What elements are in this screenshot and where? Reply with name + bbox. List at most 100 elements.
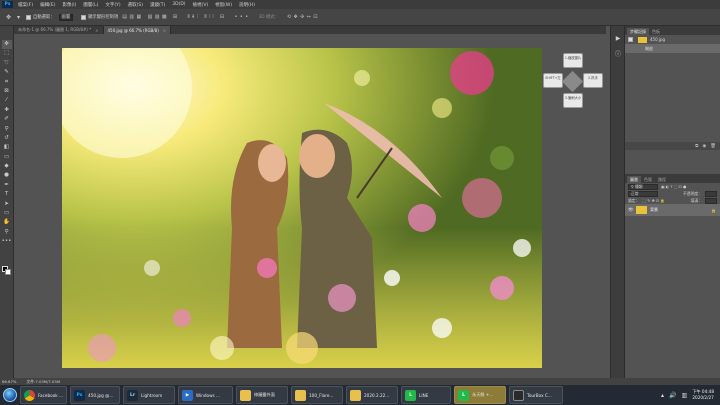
background-color-swatch[interactable] [5,269,11,275]
menu-3d[interactable]: 3D(D) [172,2,185,7]
taskbar-app-line[interactable]: L LINE [401,386,451,404]
tourbox-brush-size-button[interactable]: 3.筆刷大小 [563,93,583,108]
more-tools-icon[interactable]: ••• [2,237,12,246]
taskbar-app-windows-media[interactable]: ▶ Windows ... [178,386,233,404]
taskbar-app-photoshop[interactable]: Ps 450.jpg @... [70,386,120,404]
crop-tool-icon[interactable]: ⌗ [2,78,12,87]
history-item-open[interactable]: 開啟 [625,44,720,53]
taskbar-folder-3[interactable]: 2020.2.22... [346,386,398,404]
show-transform-checkbox[interactable] [81,14,87,20]
zoom-level[interactable]: 66.67% [2,379,16,384]
snapshot-camera-icon[interactable]: ◉ [702,144,706,149]
tourbox-shift-left-button[interactable]: SHIFT+左 [543,73,563,88]
windows-taskbar: Facebook ... Ps 450.jpg @... Lr Lightroo… [0,385,720,405]
menu-image[interactable]: 影像(I) [62,2,76,8]
taskbar-app-line-chat[interactable]: L 永天鮮 +... [454,386,506,404]
gradient-tool-icon[interactable]: ▭ [2,153,12,162]
3d-mode-buttons-icon[interactable]: ⟲✥✣⇔⊡ [287,14,320,20]
tool-preset-chevron-icon[interactable]: ▾ [17,14,20,21]
menu-edit[interactable]: 編輯(E) [40,2,55,8]
eye-icon[interactable]: 👁 [628,208,634,213]
taskbar-app-lightroom[interactable]: Lr Lightroom [123,386,175,404]
lasso-tool-icon[interactable]: ➰ [2,59,12,68]
quick-select-tool-icon[interactable]: ✎ [2,68,12,77]
type-tool-icon[interactable]: T [2,190,12,199]
menu-select[interactable]: 選取(S) [128,2,143,8]
new-doc-from-state-icon[interactable]: ⧉ [695,143,698,149]
lock-icon: 🔒 [711,207,716,213]
snapshot-checkbox[interactable] [628,37,633,42]
lock-icons[interactable]: ⬚ ✎ ✥ ⊡ 🔒 [642,198,665,203]
tab-history[interactable]: 步驟記錄 [627,28,649,35]
marquee-tool-icon[interactable]: ⬚ [2,49,12,58]
history-brush-tool-icon[interactable]: ↺ [2,134,12,143]
menu-help[interactable]: 說明(H) [239,2,255,8]
menu-filter[interactable]: 濾鏡(T) [150,2,165,8]
layer-row-background[interactable]: 👁 背景 🔒 [625,204,720,216]
close-icon[interactable]: × [95,28,98,33]
align-buttons-icon[interactable]: ▤▥▦ ▧▨▩ ⊞ [122,14,179,20]
tab-450-jpg[interactable]: 450.jpg @ 66.7% (RGB/8) × [103,26,172,34]
frame-tool-icon[interactable]: ⊠ [2,87,12,96]
eyedropper-tool-icon[interactable]: ⁄ [2,96,12,105]
tab-layers[interactable]: 圖層 [627,176,641,183]
move-tool-icon[interactable]: ✥ [1,40,12,50]
move-tool-icon[interactable]: ✥ [6,14,11,21]
hand-tool-icon[interactable]: ✋ [2,218,12,227]
history-panel-body [625,53,720,142]
tab-channels[interactable]: 色版 [641,176,655,183]
auto-select-dropdown[interactable]: 圖層 [58,13,74,21]
taskbar-app-facebook[interactable]: Facebook ... [20,386,67,404]
fill-input[interactable] [705,197,717,204]
more-options-icon[interactable]: ••• [235,14,251,20]
opacity-input[interactable] [705,190,717,197]
speaker-icon[interactable]: 🔊 [669,392,676,399]
start-button[interactable] [0,385,20,405]
brush-tool-icon[interactable]: ✐ [2,115,12,124]
document-canvas[interactable] [62,48,542,368]
blend-opacity-row: 正常 不透明度： [625,190,720,197]
line-icon: L [458,389,469,401]
taskbar-folder-1[interactable]: 修圖靈外面 [236,386,288,404]
menu-type[interactable]: 文字(Y) [105,2,120,8]
menu-file[interactable]: 檔案(F) [18,2,33,8]
history-snapshot-row[interactable]: 450.jpg [625,35,720,44]
healing-tool-icon[interactable]: ✚ [2,106,12,115]
close-icon[interactable]: × [163,28,166,33]
document-size[interactable]: 文件:7.03M/7.03M [26,379,60,385]
auto-select-checkbox[interactable] [26,14,32,20]
menu-view[interactable]: 檢視(V) [193,2,209,8]
layer-name: 背景 [650,207,658,212]
dodge-tool-icon[interactable]: ● [2,171,12,180]
history-item-label: 開啟 [645,45,653,51]
info-icon[interactable]: ⓘ [614,51,622,59]
rectangle-tool-icon[interactable]: ▭ [2,209,12,218]
taskbar-app-label: 450.jpg @... [88,392,114,398]
path-select-tool-icon[interactable]: ➤ [2,200,12,209]
trash-icon[interactable]: 🗑 [710,144,716,149]
taskbar-app-label: 2020.2.22... [364,392,390,398]
play-icon[interactable]: ▶ [614,35,622,43]
tab-swatches[interactable]: 色板 [649,28,663,35]
taskbar-folder-2[interactable]: 100_Flare... [291,386,343,404]
distribute-buttons-icon[interactable]: ⫴⫵⫶ ⦀⦙⦚ ⊟ [188,14,227,20]
layer-kind-select[interactable]: ⚲ 種類 [628,183,658,190]
stamp-tool-icon[interactable]: ⚲ [2,125,12,134]
taskbar-app-tourbox[interactable]: TourBox C... [509,386,563,404]
network-icon[interactable]: ▥ [682,392,688,399]
tab-untitled-1[interactable]: 未命名-1 @ 66.7% (圖層 1, RGB/8#) * × [14,26,104,34]
blur-tool-icon[interactable]: ◆ [2,162,12,171]
menu-layer[interactable]: 圖層(L) [83,2,98,8]
menu-window[interactable]: 視窗(W) [215,2,232,8]
zoom-tool-icon[interactable]: ⚲ [2,228,12,237]
tourbox-hand-button[interactable]: 2.抓手 [583,73,603,88]
blend-mode-select[interactable]: 正常 [628,190,658,197]
system-clock[interactable]: 下午 04:48 2020/2/27 [692,389,714,401]
pen-tool-icon[interactable]: ✒ [2,181,12,190]
layer-filter-icons[interactable]: ▣ ◐ T ⬚ ⊡ ● [661,184,686,189]
tab-paths[interactable]: 路徑 [655,176,669,183]
show-hidden-icons-icon[interactable]: ▴ [661,392,664,399]
tools-panel: ✥ ⬚ ➰ ✎ ⌗ ⊠ ⁄ ✚ ✐ ⚲ ↺ ◧ ▭ ◆ ● ✒ T ➤ ▭ ✋ … [0,26,14,378]
eraser-tool-icon[interactable]: ◧ [2,143,12,152]
tourbox-zoom-button[interactable]: 1.縮放圖片 [563,53,583,68]
